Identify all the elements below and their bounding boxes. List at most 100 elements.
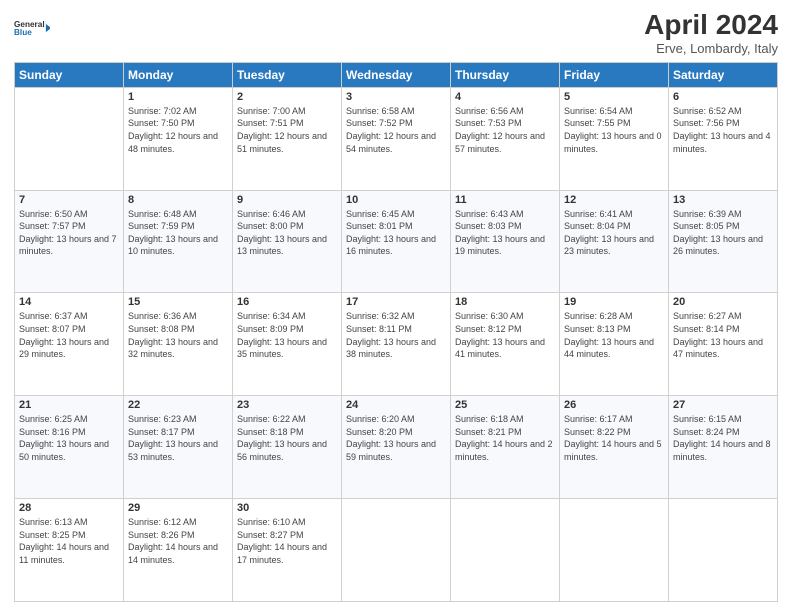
day-info: Sunrise: 6:45 AMSunset: 8:01 PMDaylight:… bbox=[346, 208, 446, 258]
svg-text:Blue: Blue bbox=[14, 28, 32, 37]
calendar-cell: 12 Sunrise: 6:41 AMSunset: 8:04 PMDayligh… bbox=[560, 190, 669, 293]
day-number: 7 bbox=[19, 194, 119, 206]
calendar-cell: 27Sunrise: 6:15 AMSunset: 8:24 PMDayligh… bbox=[669, 396, 778, 499]
day-info: Sunrise: 6:30 AMSunset: 8:12 PMDaylight:… bbox=[455, 310, 555, 360]
day-info: Sunrise: 6:20 AMSunset: 8:20 PMDaylight:… bbox=[346, 413, 446, 463]
calendar-cell: 19Sunrise: 6:28 AMSunset: 8:13 PMDayligh… bbox=[560, 293, 669, 396]
day-info: Sunrise: 6:10 AMSunset: 8:27 PMDaylight:… bbox=[237, 516, 337, 566]
logo: General Blue bbox=[14, 10, 50, 46]
calendar-cell: 9 Sunrise: 6:46 AMSunset: 8:00 PMDaylight… bbox=[233, 190, 342, 293]
calendar-cell: 16Sunrise: 6:34 AMSunset: 8:09 PMDayligh… bbox=[233, 293, 342, 396]
week-row-5: 28 Sunrise: 6:13 AMSunset: 8:25 PMDayligh… bbox=[15, 499, 778, 602]
day-number: 20 bbox=[673, 296, 773, 308]
calendar-cell bbox=[342, 499, 451, 602]
day-number: 24 bbox=[346, 399, 446, 411]
week-row-2: 7 Sunrise: 6:50 AMSunset: 7:57 PMDaylight… bbox=[15, 190, 778, 293]
calendar-cell: 28 Sunrise: 6:13 AMSunset: 8:25 PMDayligh… bbox=[15, 499, 124, 602]
day-number: 23 bbox=[237, 399, 337, 411]
weekday-thursday: Thursday bbox=[451, 62, 560, 87]
day-number: 12 bbox=[564, 194, 664, 206]
day-number: 15 bbox=[128, 296, 228, 308]
month-title: April 2024 bbox=[644, 10, 778, 41]
weekday-friday: Friday bbox=[560, 62, 669, 87]
calendar-cell: 29 Sunrise: 6:12 AMSunset: 8:26 PMDayligh… bbox=[124, 499, 233, 602]
weekday-saturday: Saturday bbox=[669, 62, 778, 87]
calendar-cell: 3Sunrise: 6:58 AMSunset: 7:52 PMDaylight… bbox=[342, 87, 451, 190]
calendar-cell: 23 Sunrise: 6:22 AMSunset: 8:18 PMDayligh… bbox=[233, 396, 342, 499]
day-info: Sunrise: 6:54 AMSunset: 7:55 PMDaylight:… bbox=[564, 105, 664, 155]
day-info: Sunrise: 6:37 AMSunset: 8:07 PMDaylight:… bbox=[19, 310, 119, 360]
day-info: Sunrise: 6:41 AMSunset: 8:04 PMDaylight:… bbox=[564, 208, 664, 258]
day-info: Sunrise: 7:02 AMSunset: 7:50 PMDaylight:… bbox=[128, 105, 228, 155]
weekday-wednesday: Wednesday bbox=[342, 62, 451, 87]
day-info: Sunrise: 6:27 AMSunset: 8:14 PMDaylight:… bbox=[673, 310, 773, 360]
day-number: 18 bbox=[455, 296, 555, 308]
day-number: 9 bbox=[237, 194, 337, 206]
day-info: Sunrise: 6:12 AMSunset: 8:26 PMDaylight:… bbox=[128, 516, 228, 566]
day-number: 2 bbox=[237, 91, 337, 103]
day-info: Sunrise: 6:46 AMSunset: 8:00 PMDaylight:… bbox=[237, 208, 337, 258]
day-number: 28 bbox=[19, 502, 119, 514]
weekday-header-row: SundayMondayTuesdayWednesdayThursdayFrid… bbox=[15, 62, 778, 87]
day-info: Sunrise: 6:32 AMSunset: 8:11 PMDaylight:… bbox=[346, 310, 446, 360]
weekday-monday: Monday bbox=[124, 62, 233, 87]
day-info: Sunrise: 6:18 AMSunset: 8:21 PMDaylight:… bbox=[455, 413, 555, 463]
day-info: Sunrise: 6:22 AMSunset: 8:18 PMDaylight:… bbox=[237, 413, 337, 463]
weekday-sunday: Sunday bbox=[15, 62, 124, 87]
calendar-cell: 6 Sunrise: 6:52 AMSunset: 7:56 PMDaylight… bbox=[669, 87, 778, 190]
day-number: 6 bbox=[673, 91, 773, 103]
week-row-3: 14 Sunrise: 6:37 AMSunset: 8:07 PMDayligh… bbox=[15, 293, 778, 396]
calendar-cell: 5 Sunrise: 6:54 AMSunset: 7:55 PMDaylight… bbox=[560, 87, 669, 190]
calendar-cell: 13Sunrise: 6:39 AMSunset: 8:05 PMDayligh… bbox=[669, 190, 778, 293]
weekday-tuesday: Tuesday bbox=[233, 62, 342, 87]
day-info: Sunrise: 6:13 AMSunset: 8:25 PMDaylight:… bbox=[19, 516, 119, 566]
day-number: 16 bbox=[237, 296, 337, 308]
calendar-cell: 21 Sunrise: 6:25 AMSunset: 8:16 PMDayligh… bbox=[15, 396, 124, 499]
calendar-cell bbox=[669, 499, 778, 602]
calendar-cell: 22Sunrise: 6:23 AMSunset: 8:17 PMDayligh… bbox=[124, 396, 233, 499]
day-number: 14 bbox=[19, 296, 119, 308]
day-number: 10 bbox=[346, 194, 446, 206]
day-number: 25 bbox=[455, 399, 555, 411]
calendar-cell: 24 Sunrise: 6:20 AMSunset: 8:20 PMDayligh… bbox=[342, 396, 451, 499]
day-info: Sunrise: 6:23 AMSunset: 8:17 PMDaylight:… bbox=[128, 413, 228, 463]
calendar-cell: 18 Sunrise: 6:30 AMSunset: 8:12 PMDayligh… bbox=[451, 293, 560, 396]
day-info: Sunrise: 6:28 AMSunset: 8:13 PMDaylight:… bbox=[564, 310, 664, 360]
location-subtitle: Erve, Lombardy, Italy bbox=[644, 41, 778, 56]
week-row-1: 1Sunrise: 7:02 AMSunset: 7:50 PMDaylight… bbox=[15, 87, 778, 190]
day-info: Sunrise: 6:50 AMSunset: 7:57 PMDaylight:… bbox=[19, 208, 119, 258]
day-number: 29 bbox=[128, 502, 228, 514]
calendar-cell: 30 Sunrise: 6:10 AMSunset: 8:27 PMDayligh… bbox=[233, 499, 342, 602]
day-number: 5 bbox=[564, 91, 664, 103]
day-info: Sunrise: 6:17 AMSunset: 8:22 PMDaylight:… bbox=[564, 413, 664, 463]
calendar-cell: 11 Sunrise: 6:43 AMSunset: 8:03 PMDayligh… bbox=[451, 190, 560, 293]
day-number: 27 bbox=[673, 399, 773, 411]
day-info: Sunrise: 6:39 AMSunset: 8:05 PMDaylight:… bbox=[673, 208, 773, 258]
day-number: 21 bbox=[19, 399, 119, 411]
calendar-cell: 26 Sunrise: 6:17 AMSunset: 8:22 PMDayligh… bbox=[560, 396, 669, 499]
calendar-cell: 10 Sunrise: 6:45 AMSunset: 8:01 PMDayligh… bbox=[342, 190, 451, 293]
day-number: 30 bbox=[237, 502, 337, 514]
calendar-cell: 25 Sunrise: 6:18 AMSunset: 8:21 PMDayligh… bbox=[451, 396, 560, 499]
day-info: Sunrise: 6:25 AMSunset: 8:16 PMDaylight:… bbox=[19, 413, 119, 463]
day-info: Sunrise: 7:00 AMSunset: 7:51 PMDaylight:… bbox=[237, 105, 337, 155]
day-info: Sunrise: 6:52 AMSunset: 7:56 PMDaylight:… bbox=[673, 105, 773, 155]
calendar-cell: 1Sunrise: 7:02 AMSunset: 7:50 PMDaylight… bbox=[124, 87, 233, 190]
calendar-cell: 20 Sunrise: 6:27 AMSunset: 8:14 PMDayligh… bbox=[669, 293, 778, 396]
day-info: Sunrise: 6:43 AMSunset: 8:03 PMDaylight:… bbox=[455, 208, 555, 258]
calendar-body: 1Sunrise: 7:02 AMSunset: 7:50 PMDaylight… bbox=[15, 87, 778, 601]
calendar-cell: 17Sunrise: 6:32 AMSunset: 8:11 PMDayligh… bbox=[342, 293, 451, 396]
header: General Blue April 2024 Erve, Lombardy, … bbox=[14, 10, 778, 56]
day-info: Sunrise: 6:56 AMSunset: 7:53 PMDaylight:… bbox=[455, 105, 555, 155]
svg-text:General: General bbox=[14, 20, 45, 29]
day-number: 8 bbox=[128, 194, 228, 206]
calendar-cell: 4Sunrise: 6:56 AMSunset: 7:53 PMDaylight… bbox=[451, 87, 560, 190]
title-block: April 2024 Erve, Lombardy, Italy bbox=[644, 10, 778, 56]
day-number: 26 bbox=[564, 399, 664, 411]
day-number: 11 bbox=[455, 194, 555, 206]
calendar-table: SundayMondayTuesdayWednesdayThursdayFrid… bbox=[14, 62, 778, 602]
day-info: Sunrise: 6:48 AMSunset: 7:59 PMDaylight:… bbox=[128, 208, 228, 258]
calendar-cell: 2 Sunrise: 7:00 AMSunset: 7:51 PMDaylight… bbox=[233, 87, 342, 190]
calendar-cell: 14 Sunrise: 6:37 AMSunset: 8:07 PMDayligh… bbox=[15, 293, 124, 396]
day-info: Sunrise: 6:58 AMSunset: 7:52 PMDaylight:… bbox=[346, 105, 446, 155]
